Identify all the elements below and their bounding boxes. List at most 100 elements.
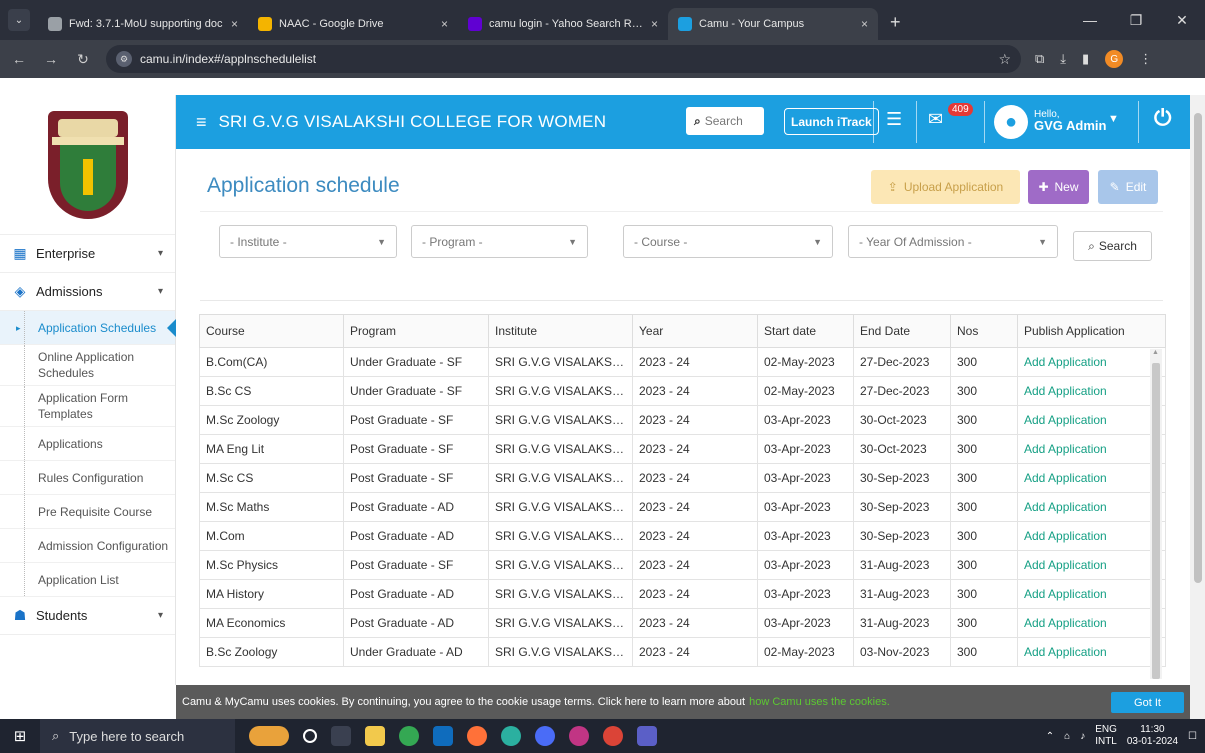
- tab-close-icon[interactable]: ×: [441, 17, 448, 31]
- tab-search-menu-icon[interactable]: ⌄: [8, 9, 30, 31]
- windows-start-icon[interactable]: ⊞: [0, 727, 40, 745]
- teams-icon[interactable]: [637, 726, 657, 746]
- sidebar-item-pre-requisite-course[interactable]: Pre Requisite Course: [0, 495, 175, 529]
- user-menu-caret-icon[interactable]: ▼: [1108, 113, 1119, 125]
- add-application-link[interactable]: Add Application: [1017, 376, 1166, 406]
- table-row[interactable]: M.Sc Physics Post Graduate - SF SRI G.V.G …: [199, 550, 1166, 580]
- language-indicator[interactable]: ENG INTL: [1095, 724, 1117, 748]
- side-panel-icon[interactable]: ▮: [1082, 51, 1089, 67]
- minimize-icon[interactable]: —: [1067, 0, 1113, 40]
- add-application-link[interactable]: Add Application: [1017, 579, 1166, 609]
- cookie-policy-link[interactable]: how Camu uses the cookies.: [749, 696, 890, 708]
- scroll-thumb[interactable]: [1152, 363, 1160, 679]
- scroll-up-icon[interactable]: ▲: [1152, 349, 1159, 356]
- cortana-icon[interactable]: [303, 729, 317, 743]
- table-scrollbar[interactable]: ▲: [1150, 349, 1162, 679]
- task-view-icon[interactable]: [331, 726, 351, 746]
- new-tab-button[interactable]: +: [890, 12, 901, 33]
- table-row[interactable]: M.Sc CS Post Graduate - SF SRI G.V.G VISAL…: [199, 463, 1166, 493]
- column-header[interactable]: Publish Application: [1017, 314, 1166, 348]
- extensions-icon[interactable]: ⧉: [1035, 51, 1044, 67]
- got-it-button[interactable]: Got It: [1111, 692, 1184, 713]
- logout-power-icon[interactable]: ⏻: [1154, 105, 1171, 131]
- tab-close-icon[interactable]: ×: [861, 17, 868, 31]
- year-of-admission-select[interactable]: - Year Of Admission - ▼: [848, 225, 1058, 258]
- table-row[interactable]: B.Sc CS Under Graduate - SF SRI G.V.G VISA…: [199, 376, 1166, 406]
- vivaldi-icon[interactable]: [569, 726, 589, 746]
- tray-chevron-icon[interactable]: ⌃: [1046, 731, 1054, 742]
- site-info-icon[interactable]: ⚙: [116, 51, 132, 67]
- sidebar-item-application-schedules[interactable]: ▸ Application Schedules: [0, 311, 176, 345]
- tab-close-icon[interactable]: ×: [651, 17, 658, 31]
- edge-icon[interactable]: [501, 726, 521, 746]
- table-row[interactable]: MA Economics Post Graduate - AD SRI G.V.G …: [199, 608, 1166, 638]
- table-row[interactable]: M.Sc Zoology Post Graduate - SF SRI G.V.G …: [199, 405, 1166, 435]
- download-icon[interactable]: ⤓: [1060, 51, 1066, 67]
- url-input[interactable]: ⚙ camu.in/index#/applnschedulelist ☆: [106, 45, 1021, 73]
- server-icon[interactable]: ☰: [886, 109, 902, 130]
- profile-avatar[interactable]: G: [1105, 50, 1124, 68]
- user-avatar[interactable]: ●: [994, 105, 1028, 139]
- sidebar-item-online-application-schedules[interactable]: Online Application Schedules: [0, 345, 175, 386]
- new-button[interactable]: ✚ New: [1028, 170, 1089, 204]
- weather-widget-icon[interactable]: [249, 726, 289, 746]
- sidebar-item-rules-configuration[interactable]: Rules Configuration: [0, 461, 175, 495]
- reload-icon[interactable]: ↻: [74, 51, 92, 68]
- browser-tab[interactable]: Fwd: 3.7.1-MoU supporting doc ×: [38, 8, 248, 40]
- hamburger-menu-icon[interactable]: ≡: [196, 112, 207, 133]
- program-select[interactable]: - Program - ▼: [411, 225, 588, 258]
- column-header[interactable]: Nos: [950, 314, 1018, 348]
- firefox-icon[interactable]: [467, 726, 487, 746]
- file-explorer-icon[interactable]: [365, 726, 385, 746]
- add-application-link[interactable]: Add Application: [1017, 521, 1166, 551]
- bookmark-star-icon[interactable]: ☆: [998, 51, 1011, 68]
- launch-itrack-button[interactable]: Launch iTrack: [784, 108, 879, 135]
- search-button[interactable]: ⌕ Search: [1073, 231, 1152, 261]
- table-row[interactable]: MA Eng Lit Post Graduate - SF SRI G.V.G VI…: [199, 434, 1166, 464]
- sidebar-item-admission-configuration[interactable]: Admission Configuration: [0, 529, 175, 563]
- chrome-icon[interactable]: [399, 726, 419, 746]
- add-application-link[interactable]: Add Application: [1017, 347, 1166, 377]
- course-select[interactable]: - Course - ▼: [623, 225, 833, 258]
- back-icon[interactable]: ←: [10, 51, 28, 67]
- column-header[interactable]: Program: [343, 314, 489, 348]
- edit-button[interactable]: ✎ Edit: [1098, 170, 1158, 204]
- page-scrollbar[interactable]: [1190, 95, 1205, 719]
- forward-icon[interactable]: →: [42, 51, 60, 67]
- column-header[interactable]: Institute: [488, 314, 633, 348]
- column-header[interactable]: Course: [199, 314, 344, 348]
- sidebar-item-applications[interactable]: Applications: [0, 427, 175, 461]
- table-row[interactable]: M.Com Post Graduate - AD SRI G.V.G VISALAK…: [199, 521, 1166, 551]
- add-application-link[interactable]: Add Application: [1017, 405, 1166, 435]
- sidebar-item-application-list[interactable]: Application List: [0, 563, 175, 597]
- network-icon[interactable]: ⌂: [1064, 731, 1070, 742]
- sidebar-group-admissions[interactable]: ◈ Admissions ▾: [0, 273, 175, 311]
- add-application-link[interactable]: Add Application: [1017, 637, 1166, 667]
- table-row[interactable]: B.Com(CA) Under Graduate - SF SRI G.V.G VI…: [199, 347, 1166, 377]
- volume-icon[interactable]: ♪: [1080, 731, 1085, 742]
- header-search-input[interactable]: ⌕ Search: [686, 107, 764, 135]
- app-icon[interactable]: [535, 726, 555, 746]
- clock[interactable]: 11:30 03-01-2024: [1127, 724, 1178, 748]
- mail-icon[interactable]: ✉: [928, 109, 943, 130]
- sidebar-group-enterprise[interactable]: ▦ Enterprise ▾: [0, 235, 175, 273]
- table-row[interactable]: B.Sc Zoology Under Graduate - AD SRI G.V.G…: [199, 637, 1166, 667]
- column-header[interactable]: End Date: [853, 314, 951, 348]
- tab-close-icon[interactable]: ×: [231, 17, 238, 31]
- add-application-link[interactable]: Add Application: [1017, 550, 1166, 580]
- table-row[interactable]: MA History Post Graduate - AD SRI G.V.G VI…: [199, 579, 1166, 609]
- close-window-icon[interactable]: ✕: [1159, 0, 1205, 40]
- browser-menu-icon[interactable]: ⋮: [1139, 51, 1152, 67]
- column-header[interactable]: Year: [632, 314, 758, 348]
- notifications-icon[interactable]: ☐: [1188, 731, 1197, 742]
- upload-application-button[interactable]: ⇪ Upload Application: [871, 170, 1020, 204]
- add-application-link[interactable]: Add Application: [1017, 608, 1166, 638]
- user-greeting[interactable]: Hello, GVG Admin: [1034, 109, 1106, 133]
- add-application-link[interactable]: Add Application: [1017, 463, 1166, 493]
- store-icon[interactable]: [433, 726, 453, 746]
- browser-tab[interactable]: camu login - Yahoo Search Resu ×: [458, 8, 668, 40]
- scroll-thumb[interactable]: [1194, 113, 1202, 583]
- restore-icon[interactable]: ❐: [1113, 0, 1159, 40]
- add-application-link[interactable]: Add Application: [1017, 434, 1166, 464]
- add-application-link[interactable]: Add Application: [1017, 492, 1166, 522]
